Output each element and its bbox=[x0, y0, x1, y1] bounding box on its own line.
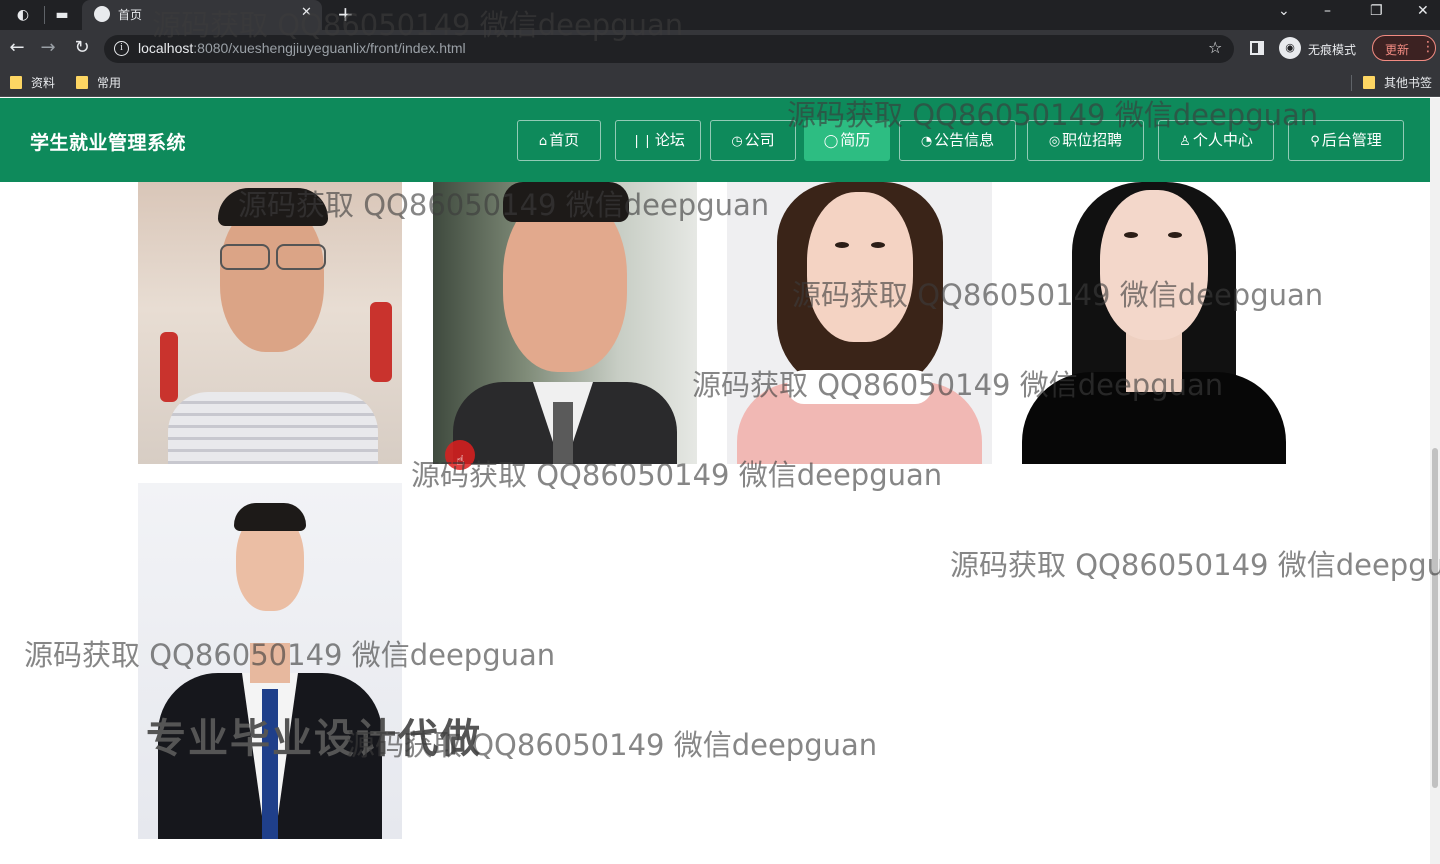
tab-title: 首页 bbox=[118, 8, 143, 22]
other-bookmarks[interactable]: 其他书签 bbox=[1363, 74, 1432, 90]
url-text[interactable]: localhost:8080/xueshengjiuyeguanlix/fron… bbox=[138, 40, 466, 56]
nav-resume[interactable]: ◯ 简历 bbox=[804, 120, 890, 161]
resume-photo-3[interactable] bbox=[727, 182, 992, 464]
bookmarks-divider bbox=[1351, 75, 1352, 91]
resume-photo-2[interactable] bbox=[433, 182, 697, 464]
nav-forum[interactable]: ❘❘ 论坛 bbox=[615, 120, 701, 161]
eye bbox=[1124, 232, 1138, 238]
resume-photo-1[interactable] bbox=[138, 182, 402, 464]
minimize-button[interactable]: – bbox=[1324, 3, 1331, 19]
update-label: 更新 bbox=[1385, 43, 1410, 57]
browser-tab-home[interactable]: 首页 ✕ bbox=[82, 0, 322, 30]
folder-icon bbox=[1363, 76, 1375, 89]
user-icon: ♙ bbox=[1179, 134, 1191, 149]
menu-dots-icon: ⋮ bbox=[1421, 39, 1435, 55]
overlay-slogan: 专业毕业设计代做 bbox=[146, 716, 482, 762]
browser-toolbar: ← → ↻ i localhost:8080/xueshengjiuyeguan… bbox=[0, 30, 1440, 67]
bookmarks-bar: 资料 常用 其他书签 bbox=[0, 67, 1440, 97]
nav-announcements[interactable]: ◔ 公告信息 bbox=[899, 120, 1016, 161]
titlebar-divider bbox=[44, 6, 45, 24]
restore-button[interactable]: ❐ bbox=[1370, 3, 1383, 19]
eye bbox=[1168, 232, 1182, 238]
reload-button[interactable]: ↻ bbox=[71, 37, 93, 59]
bookmark-star-icon[interactable]: ☆ bbox=[1208, 38, 1222, 57]
page-scrollbar[interactable] bbox=[1430, 98, 1440, 864]
face bbox=[807, 192, 913, 342]
site-title: 学生就业管理系统 bbox=[30, 132, 187, 154]
incognito-label[interactable]: 无痕模式 bbox=[1308, 41, 1356, 58]
eye bbox=[871, 242, 885, 248]
hair bbox=[503, 182, 629, 222]
nav-home[interactable]: ⌂ 首页 bbox=[517, 120, 601, 161]
hair bbox=[234, 503, 306, 531]
site-header: 学生就业管理系统 ⌂ 首页 ❘❘ 论坛 ◷ 公司 ◯ 简历 ◔ 公告信息 ◎ 职位招聘 ♙ 个… bbox=[0, 98, 1430, 182]
face bbox=[1100, 190, 1208, 340]
palette-icon: ◎ bbox=[1048, 134, 1061, 149]
site-info-icon[interactable]: i bbox=[114, 41, 129, 56]
folder-icon bbox=[76, 76, 88, 89]
neck bbox=[250, 643, 290, 683]
resume-photo-4[interactable] bbox=[1022, 182, 1286, 464]
red-decoration bbox=[160, 332, 178, 402]
folder-icon bbox=[10, 76, 22, 89]
page-viewport: 学生就业管理系统 ⌂ 首页 ❘❘ 论坛 ◷ 公司 ◯ 简历 ◔ 公告信息 ◎ 职位招聘 ♙ 个… bbox=[0, 98, 1430, 864]
nav-company[interactable]: ◷ 公司 bbox=[710, 120, 796, 161]
back-button[interactable]: ← bbox=[6, 37, 28, 59]
eye bbox=[835, 242, 849, 248]
new-tab-button[interactable]: + bbox=[337, 2, 354, 26]
glasses-right bbox=[276, 244, 326, 270]
tab-search-icon[interactable]: ▬ bbox=[53, 6, 71, 24]
circle-icon: ◯ bbox=[823, 134, 839, 149]
gauge-icon: ◔ bbox=[920, 134, 933, 149]
nav-personal-center[interactable]: ♙ 个人中心 bbox=[1158, 120, 1274, 161]
tab-list-chevron-icon[interactable]: ⌄ bbox=[1278, 3, 1290, 19]
home-icon: ⌂ bbox=[538, 134, 548, 149]
browser-logo-icon[interactable]: ◐ bbox=[14, 6, 32, 24]
glasses-left bbox=[220, 244, 270, 270]
cursor-icon: ☝ bbox=[456, 453, 465, 469]
bookmark-folder-1[interactable]: 常用 bbox=[76, 74, 121, 90]
nav-admin[interactable]: ⚲ 后台管理 bbox=[1288, 120, 1404, 161]
necktie bbox=[553, 402, 573, 464]
bookmark-folder-0[interactable]: 资料 bbox=[10, 74, 55, 90]
side-panel-icon[interactable] bbox=[1250, 41, 1264, 55]
address-bar[interactable]: i localhost:8080/xueshengjiuyeguanlix/fr… bbox=[104, 35, 1234, 63]
link-icon: ⚲ bbox=[1310, 134, 1320, 149]
scrollbar-thumb[interactable] bbox=[1432, 448, 1438, 788]
update-button[interactable]: 更新 ⋮ bbox=[1372, 35, 1436, 61]
globe-icon bbox=[94, 6, 110, 22]
red-decoration bbox=[370, 302, 392, 382]
hair bbox=[218, 188, 328, 226]
incognito-icon[interactable]: ◉ bbox=[1279, 37, 1301, 59]
striped-shirt bbox=[168, 392, 378, 464]
tab-close-icon[interactable]: ✕ bbox=[301, 5, 312, 20]
white-collar bbox=[787, 370, 932, 404]
forward-button[interactable]: → bbox=[37, 37, 59, 59]
clock-icon: ◷ bbox=[731, 134, 743, 149]
resume-photo-5[interactable] bbox=[138, 483, 402, 839]
browser-titlebar: ◐ ▬ 首页 ✕ + ⌄ – ❐ ✕ bbox=[0, 0, 1440, 30]
forum-icon: ❘❘ bbox=[631, 134, 653, 149]
close-window-button[interactable]: ✕ bbox=[1417, 3, 1429, 19]
nav-jobs[interactable]: ◎ 职位招聘 bbox=[1027, 120, 1144, 161]
